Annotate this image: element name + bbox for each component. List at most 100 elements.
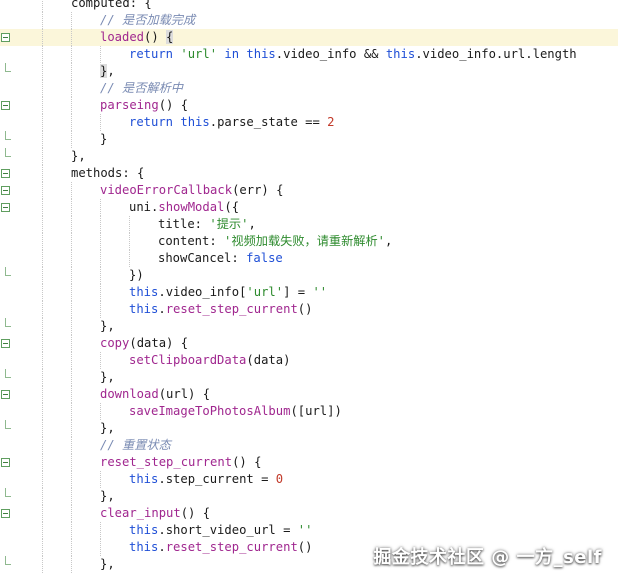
fold-collapse-icon[interactable] bbox=[1, 390, 10, 399]
code-token: return bbox=[129, 47, 181, 61]
code-line[interactable]: }, bbox=[0, 369, 618, 386]
code-token: this bbox=[180, 115, 210, 129]
code-line[interactable]: showCancel: false bbox=[0, 250, 618, 267]
code-text: computed: { bbox=[71, 0, 152, 12]
code-text: }, bbox=[100, 318, 115, 335]
code-text: setClipboardData(data) bbox=[129, 352, 290, 369]
code-line[interactable]: loaded() { bbox=[0, 29, 618, 46]
fold-end-marker bbox=[5, 63, 11, 72]
code-token: 'url' bbox=[246, 285, 284, 299]
indent-guide bbox=[71, 182, 72, 199]
code-token: . bbox=[158, 302, 166, 316]
code-line[interactable]: setClipboardData(data) bbox=[0, 352, 618, 369]
code-line[interactable]: copy(data) { bbox=[0, 335, 618, 352]
code-token: videoErrorCallback bbox=[100, 183, 233, 197]
code-token: .video_info.url.length bbox=[415, 47, 577, 61]
code-line[interactable]: this.video_info['url'] = '' bbox=[0, 284, 618, 301]
code-line[interactable]: clear_input() { bbox=[0, 505, 618, 522]
code-line[interactable]: this.short_video_url = '' bbox=[0, 522, 618, 539]
code-line[interactable]: } bbox=[0, 131, 618, 148]
code-token: 2 bbox=[327, 115, 335, 129]
code-line[interactable]: computed: { bbox=[0, 0, 618, 12]
fold-collapse-icon[interactable] bbox=[1, 33, 10, 42]
fold-collapse-icon[interactable] bbox=[1, 169, 10, 178]
code-text: clear_input() { bbox=[100, 505, 210, 522]
fold-end-marker bbox=[5, 267, 11, 276]
indent-guide bbox=[71, 352, 72, 369]
code-line[interactable]: }, bbox=[0, 148, 618, 165]
code-text: parseing() { bbox=[100, 97, 188, 114]
code-text: }, bbox=[100, 556, 115, 573]
fold-collapse-icon[interactable] bbox=[1, 186, 10, 195]
code-line[interactable]: uni.showModal({ bbox=[0, 199, 618, 216]
code-line[interactable]: }, bbox=[0, 420, 618, 437]
indent-guide bbox=[71, 386, 72, 403]
code-token: this bbox=[129, 540, 159, 554]
indent-guide bbox=[42, 284, 43, 301]
code-token: return bbox=[129, 115, 181, 129]
code-line[interactable]: parseing() { bbox=[0, 97, 618, 114]
code-line[interactable]: // 是否加载完成 bbox=[0, 12, 618, 29]
code-text: return 'url' in this.video_info && this.… bbox=[129, 46, 577, 63]
indent-guide bbox=[42, 12, 43, 29]
fold-collapse-icon[interactable] bbox=[1, 458, 10, 467]
code-line[interactable]: return this.parse_state == 2 bbox=[0, 114, 618, 131]
code-line[interactable]: reset_step_current() { bbox=[0, 454, 618, 471]
code-token: 'url' bbox=[180, 47, 218, 61]
code-token: }, bbox=[71, 149, 86, 163]
indent-guide bbox=[71, 335, 72, 352]
indent-guide bbox=[100, 267, 101, 284]
indent-guide bbox=[42, 488, 43, 505]
indent-guide bbox=[71, 471, 72, 488]
code-line[interactable]: }, bbox=[0, 318, 618, 335]
fold-collapse-icon[interactable] bbox=[1, 509, 10, 518]
code-token: this bbox=[246, 47, 276, 61]
code-token: uni. bbox=[129, 200, 159, 214]
code-token: }, bbox=[100, 489, 115, 503]
code-line[interactable]: }, bbox=[0, 63, 618, 80]
code-token: . bbox=[158, 540, 166, 554]
code-token: content: bbox=[158, 234, 225, 248]
indent-guide bbox=[71, 114, 72, 131]
watermark: 掘金技术社区 @ 一方_self bbox=[373, 547, 602, 568]
fold-collapse-icon[interactable] bbox=[1, 339, 10, 348]
code-text: } bbox=[100, 131, 107, 148]
code-line[interactable]: saveImageToPhotosAlbum([url]) bbox=[0, 403, 618, 420]
fold-collapse-icon[interactable] bbox=[1, 101, 10, 110]
code-line[interactable]: }) bbox=[0, 267, 618, 284]
code-line[interactable]: // 重置状态 bbox=[0, 437, 618, 454]
code-line[interactable]: methods: { bbox=[0, 165, 618, 182]
code-text: this.short_video_url = '' bbox=[129, 522, 312, 539]
code-line[interactable]: content: '视频加载失败，请重新解析', bbox=[0, 233, 618, 250]
code-line[interactable]: return 'url' in this.video_info && this.… bbox=[0, 46, 618, 63]
code-line[interactable]: this.step_current = 0 bbox=[0, 471, 618, 488]
indent-guide bbox=[71, 437, 72, 454]
code-line[interactable]: videoErrorCallback(err) { bbox=[0, 182, 618, 199]
code-text: }, bbox=[100, 488, 115, 505]
fold-collapse-icon[interactable] bbox=[1, 203, 10, 212]
code-line[interactable]: // 是否解析中 bbox=[0, 80, 618, 97]
indent-guide bbox=[42, 352, 43, 369]
code-text: methods: { bbox=[71, 165, 144, 182]
code-token: () { bbox=[180, 506, 211, 520]
code-line[interactable]: this.reset_step_current() bbox=[0, 301, 618, 318]
indent-guide bbox=[100, 233, 101, 250]
code-token: this bbox=[385, 47, 416, 61]
indent-guide bbox=[71, 216, 72, 233]
code-token: }, bbox=[100, 421, 115, 435]
code-line[interactable]: download(url) { bbox=[0, 386, 618, 403]
code-line[interactable]: title: '提示', bbox=[0, 216, 618, 233]
code-token: this bbox=[129, 285, 159, 299]
code-editor[interactable]: computed: {// 是否加载完成 loaded() {return 'ur… bbox=[0, 0, 618, 585]
indent-guide bbox=[42, 454, 43, 471]
indent-guide bbox=[42, 216, 43, 233]
code-token: () bbox=[144, 30, 167, 44]
indent-guide bbox=[100, 284, 101, 301]
code-token: }, bbox=[100, 557, 115, 571]
fold-end-marker bbox=[5, 488, 11, 497]
indent-guide bbox=[42, 114, 43, 131]
code-line[interactable]: }, bbox=[0, 488, 618, 505]
code-text: showCancel: false bbox=[158, 250, 283, 267]
indent-guide bbox=[71, 539, 72, 556]
indent-guide bbox=[100, 352, 101, 369]
